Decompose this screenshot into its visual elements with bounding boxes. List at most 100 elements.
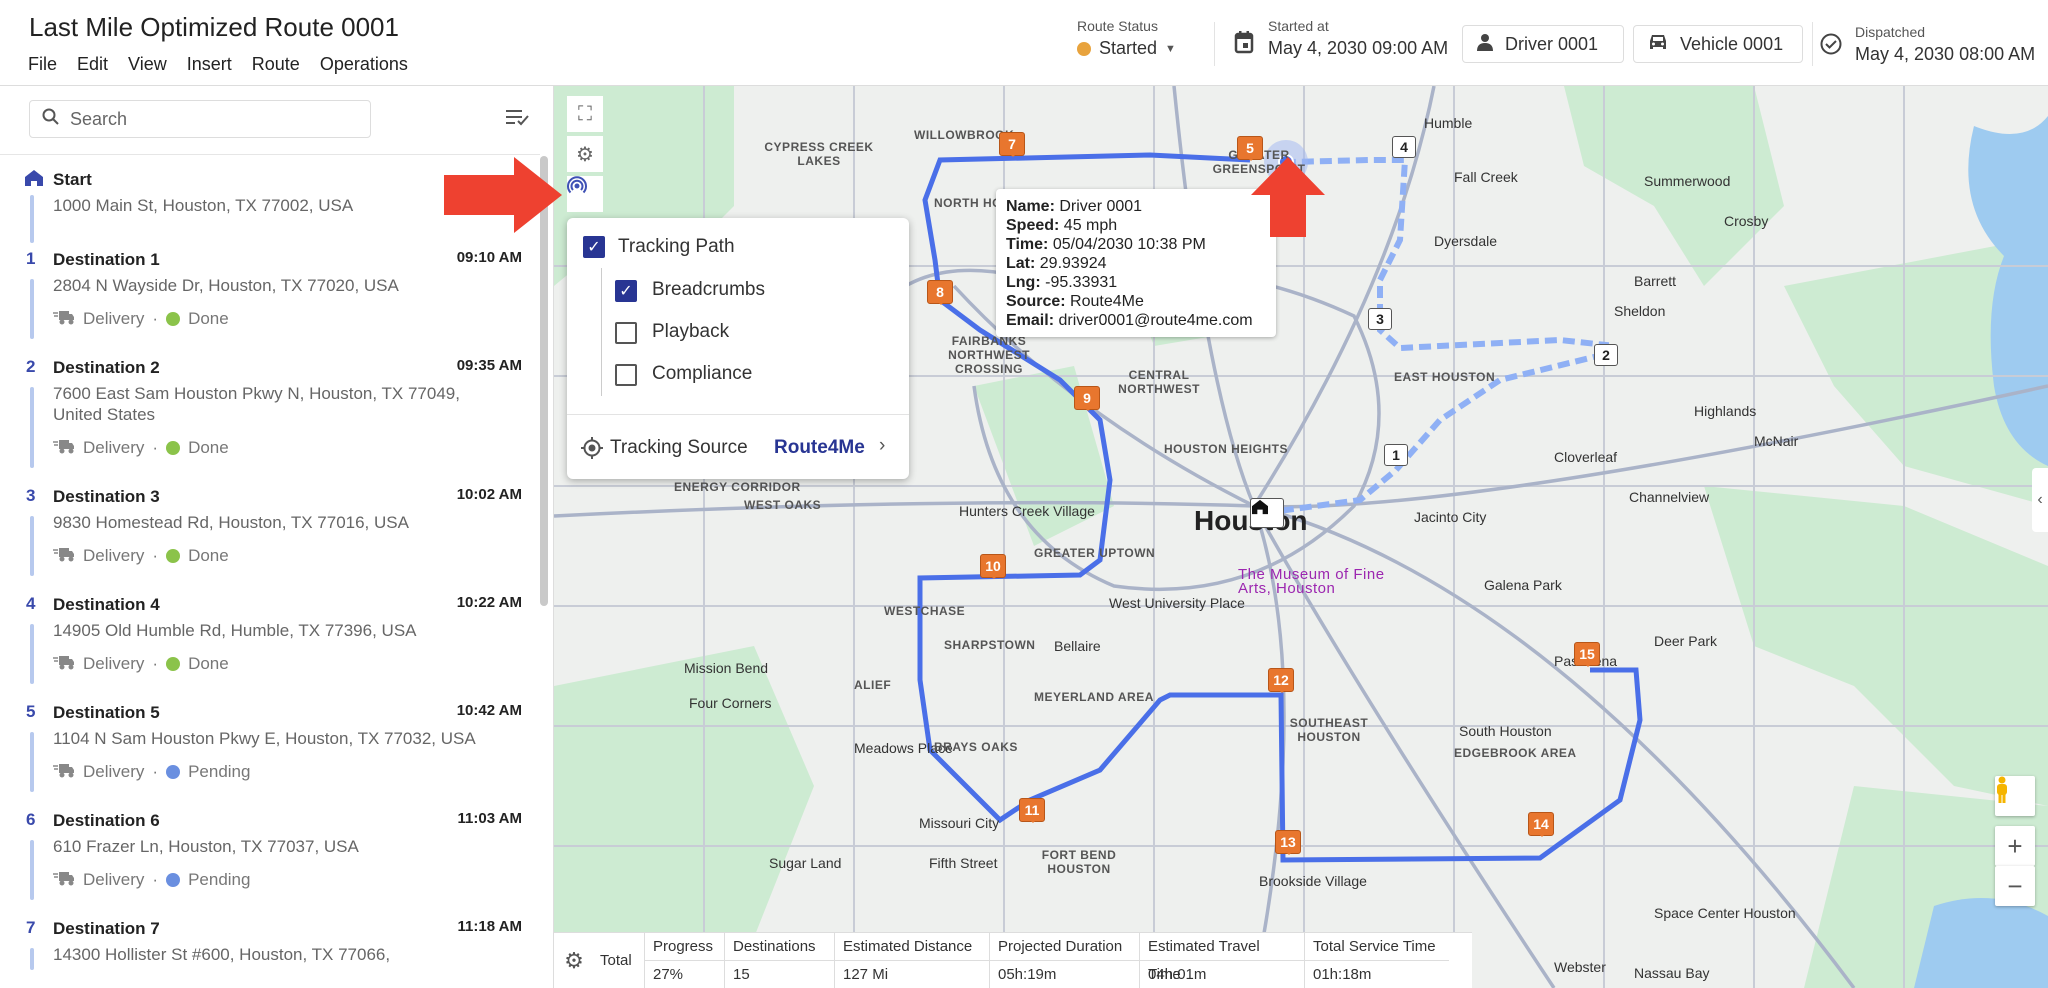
map-label: South Houston <box>1459 723 1552 739</box>
stop-marker-13[interactable]: 13 <box>1275 830 1301 855</box>
map-label: Fall Creek <box>1454 169 1518 185</box>
stop-type: Delivery <box>83 762 145 781</box>
stop-number: 5 <box>26 702 36 721</box>
tt-label: Time: <box>1006 236 1049 253</box>
zoom-out-button[interactable]: − <box>1995 866 2035 906</box>
search-input[interactable]: Search <box>29 100 371 138</box>
map-label: Highlands <box>1694 403 1757 419</box>
totals-header: Projected Duration <box>990 933 1139 961</box>
stop-marker-9[interactable]: 9 <box>1074 386 1100 411</box>
driver-button[interactable]: Driver 0001 <box>1462 25 1624 63</box>
map-label: ALIEF <box>854 678 892 692</box>
list-item[interactable]: 3 Destination 3 10:02 AM 9830 Homestead … <box>0 486 540 594</box>
stop-marker-11[interactable]: 11 <box>1019 798 1045 823</box>
tracking-source-label: Tracking Source <box>610 437 748 458</box>
compliance-checkbox[interactable] <box>615 364 637 386</box>
stop-name: Destination 6 <box>53 811 160 830</box>
fullscreen-icon[interactable]: ⛶ <box>567 96 603 132</box>
start-marker[interactable] <box>1250 498 1284 528</box>
list-item[interactable]: 6 Destination 6 11:03 AM 610 Frazer Ln, … <box>0 810 540 918</box>
menu-bar: File Edit View Insert Route Operations <box>28 54 408 75</box>
zoom-in-button[interactable]: + <box>1995 826 2035 866</box>
map-label: McNair <box>1754 433 1799 449</box>
list-item[interactable]: 2 Destination 2 09:35 AM 7600 East Sam H… <box>0 357 540 486</box>
driver-lng: -95.33931 <box>1045 274 1118 291</box>
stop-marker-3[interactable]: 3 <box>1368 308 1392 330</box>
stop-marker-8[interactable]: 8 <box>927 280 953 305</box>
totals-value: 05h:19m <box>998 966 1057 983</box>
stop-meta: Delivery · Done <box>53 541 520 571</box>
list-options-icon[interactable] <box>506 108 530 131</box>
stop-status: Done <box>188 654 229 673</box>
menu-edit[interactable]: Edit <box>77 54 108 75</box>
map-label: Deer Park <box>1654 633 1718 649</box>
stop-marker-10[interactable]: 10 <box>980 554 1006 579</box>
playback-checkbox[interactable] <box>615 322 637 344</box>
route-status-label: Route Status <box>1077 18 1158 34</box>
stop-status: Done <box>188 309 229 328</box>
totals-column: Estimated Distance 127 Mi <box>834 933 989 988</box>
driver-source: Route4Me <box>1070 293 1144 310</box>
map-label: Bellaire <box>1054 638 1101 654</box>
gear-icon[interactable]: ⚙ <box>554 933 594 988</box>
stop-marker-14[interactable]: 14 <box>1528 812 1554 837</box>
menu-operations[interactable]: Operations <box>320 54 408 75</box>
stop-marker-1[interactable]: 1 <box>1384 444 1408 466</box>
stop-status: Done <box>188 546 229 565</box>
separator: · <box>152 870 159 889</box>
started-at: Started at May 4, 2030 09:00 AM <box>1268 18 1448 59</box>
stop-time: 11:03 AM <box>457 810 522 827</box>
home-icon <box>24 169 44 192</box>
driver-lat: 29.93924 <box>1039 255 1107 272</box>
map-label: Fifth Street <box>929 855 998 871</box>
menu-view[interactable]: View <box>128 54 167 75</box>
stop-meta: Delivery · Pending <box>53 757 520 787</box>
stop-number: 6 <box>26 810 36 829</box>
tt-label: Speed: <box>1006 217 1060 234</box>
menu-file[interactable]: File <box>28 54 57 75</box>
tracking-icon[interactable] <box>567 176 603 212</box>
collapse-panel-button[interactable]: ‹ <box>2032 468 2048 532</box>
list-item[interactable]: 4 Destination 4 10:22 AM 14905 Old Humbl… <box>0 594 540 702</box>
list-item[interactable]: 5 Destination 5 10:42 AM 1104 N Sam Hous… <box>0 702 540 810</box>
status-dot-icon <box>166 441 181 455</box>
stop-type: Delivery <box>83 438 145 457</box>
tracking-source-row[interactable]: Tracking Source Route4Me › <box>567 415 909 479</box>
tracking-path-checkbox[interactable]: ✓ <box>583 236 605 258</box>
stop-time: 10:02 AM <box>456 486 522 503</box>
list-item[interactable]: 7 Destination 7 11:18 AM 14300 Hollister… <box>0 918 540 988</box>
stop-name: Destination 4 <box>53 595 160 614</box>
vehicle-name: Vehicle 0001 <box>1680 33 1784 54</box>
tracking-path-label: Tracking Path <box>618 236 735 257</box>
stop-marker-12[interactable]: 12 <box>1268 668 1294 693</box>
separator: · <box>152 654 159 673</box>
route-status-dropdown[interactable]: Route Status Started ▼ <box>1077 18 1176 59</box>
timeline-bar <box>30 195 34 243</box>
gear-icon[interactable]: ⚙ <box>567 136 603 172</box>
driver-name: Driver 0001 <box>1059 198 1143 215</box>
list-item[interactable]: 1 Destination 1 09:10 AM 2804 N Wayside … <box>0 249 540 357</box>
stop-type: Delivery <box>83 309 145 328</box>
map-label: Four Corners <box>689 695 772 711</box>
stop-marker-4[interactable]: 4 <box>1392 136 1416 158</box>
app-header: Last Mile Optimized Route 0001 File Edit… <box>0 0 2048 86</box>
stop-marker-15[interactable]: 15 <box>1574 642 1600 667</box>
stop-marker-7[interactable]: 7 <box>999 132 1025 157</box>
map-label: SOUTHEAST HOUSTON <box>1289 716 1369 744</box>
map-label: Webster <box>1554 959 1606 975</box>
menu-route[interactable]: Route <box>252 54 300 75</box>
breadcrumbs-checkbox[interactable]: ✓ <box>615 280 637 302</box>
menu-insert[interactable]: Insert <box>187 54 232 75</box>
status-dot-icon <box>166 549 181 563</box>
street-view-pegman-icon[interactable] <box>1995 776 2035 816</box>
map-label: WESTCHASE <box>884 604 966 618</box>
divider <box>1812 22 1813 66</box>
map-label: MEYERLAND AREA <box>1034 690 1154 704</box>
map-label: Crosby <box>1724 213 1769 229</box>
timeline-bar <box>30 279 34 339</box>
compliance-label: Compliance <box>652 363 753 384</box>
driver-time: 05/04/2030 10:38 PM <box>1052 236 1206 253</box>
stop-marker-2[interactable]: 2 <box>1594 344 1618 366</box>
stop-time: 09:10 AM <box>456 249 522 266</box>
vehicle-button[interactable]: Vehicle 0001 <box>1633 25 1803 63</box>
